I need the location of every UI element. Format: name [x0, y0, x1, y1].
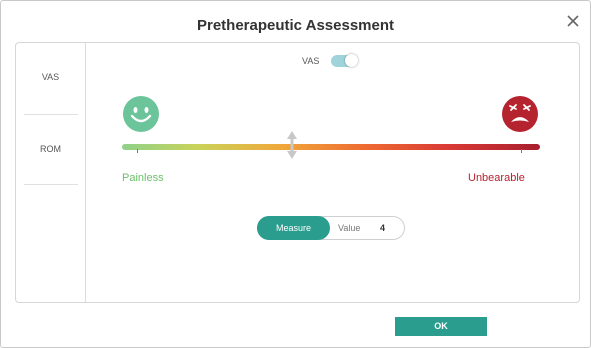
value-label: Value: [338, 223, 361, 233]
measure-control: Measure Value 4: [257, 216, 405, 240]
assessment-dialog: Pretherapeutic Assessment VAS ROM VAS Pa…: [0, 0, 591, 348]
ok-button[interactable]: OK: [395, 317, 487, 336]
sidebar-divider: [24, 114, 78, 115]
toggle-knob: [345, 54, 358, 67]
scale-tick: [137, 149, 138, 153]
smiling-face-icon: [123, 96, 159, 132]
painless-label: Painless: [122, 172, 164, 184]
value-readout: 4: [380, 223, 386, 233]
sidebar-divider: [24, 184, 78, 185]
sidebar-item-vas[interactable]: VAS: [16, 72, 85, 82]
close-icon[interactable]: [564, 12, 582, 30]
sidebar-item-rom[interactable]: ROM: [16, 144, 85, 154]
crying-face-icon: [502, 96, 538, 132]
unbearable-label: Unbearable: [468, 172, 525, 184]
content-panel: VAS ROM VAS Painless Unbearable Measure …: [15, 42, 580, 303]
scale-tick: [521, 149, 522, 153]
slider-thumb-icon[interactable]: [286, 130, 298, 160]
measure-button[interactable]: Measure: [257, 216, 330, 240]
dialog-title: Pretherapeutic Assessment: [196, 17, 395, 34]
vas-toggle[interactable]: [331, 54, 358, 67]
pain-scale-track[interactable]: [122, 144, 540, 150]
vas-toggle-label: VAS: [302, 56, 320, 66]
sidebar: VAS ROM: [16, 43, 86, 302]
